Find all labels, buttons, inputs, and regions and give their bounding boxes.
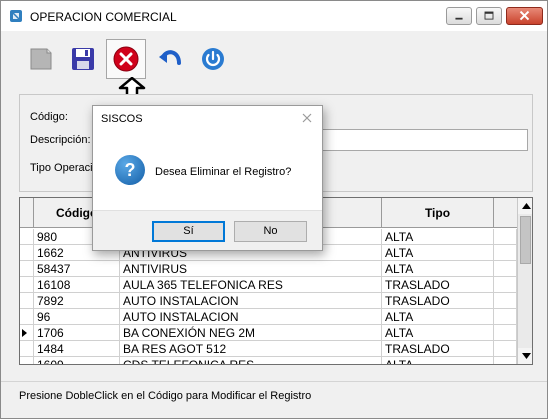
- confirm-dialog: SISCOS ? Desea Eliminar el Registro? Sí …: [92, 105, 323, 251]
- cell-tipo[interactable]: ALTA: [382, 357, 494, 364]
- minimize-button[interactable]: [446, 7, 472, 25]
- cell-descripcion[interactable]: CDS TELEFONICA RES: [120, 357, 382, 364]
- cell-spare[interactable]: [494, 245, 517, 261]
- cell-tipo[interactable]: TRASLADO: [382, 293, 494, 309]
- close-icon: [519, 10, 530, 21]
- app-icon: [10, 10, 22, 22]
- row-selector[interactable]: [20, 309, 34, 325]
- row-selector-header: [20, 198, 34, 228]
- column-header-spare: [494, 198, 517, 228]
- undo-icon: [159, 50, 181, 65]
- row-selector[interactable]: [20, 325, 34, 341]
- descripcion-label: Descripción:: [30, 134, 91, 146]
- maximize-icon: [484, 11, 494, 20]
- status-bar: Presione DobleClick en el Código para Mo…: [1, 381, 547, 418]
- cell-descripcion[interactable]: AUTO INSTALACION: [120, 293, 382, 309]
- row-selector[interactable]: [20, 277, 34, 293]
- tipo-operacion-label: Tipo Operaci: [30, 162, 93, 174]
- cell-tipo[interactable]: TRASLADO: [382, 341, 494, 357]
- no-button[interactable]: No: [234, 221, 307, 242]
- dialog-footer: Sí No: [93, 210, 322, 250]
- cell-spare[interactable]: [494, 261, 517, 277]
- table-row[interactable]: 1484 BA RES AGOT 512 TRASLADO: [20, 341, 517, 357]
- power-icon: [202, 48, 224, 70]
- codigo-label: Código:: [30, 111, 68, 123]
- new-button[interactable]: [21, 39, 61, 79]
- cell-codigo[interactable]: 16108: [34, 277, 120, 293]
- cell-tipo[interactable]: ALTA: [382, 245, 494, 261]
- cell-tipo[interactable]: ALTA: [382, 229, 494, 245]
- cell-codigo[interactable]: 1609: [34, 357, 120, 364]
- delete-icon: [113, 46, 139, 72]
- cell-tipo[interactable]: ALTA: [382, 261, 494, 277]
- cell-spare[interactable]: [494, 229, 517, 245]
- descripcion-field[interactable]: [319, 129, 528, 151]
- table-row[interactable]: 1706 BA CONEXIÓN NEG 2M ALTA: [20, 325, 517, 341]
- scroll-down-button[interactable]: [518, 348, 532, 364]
- save-button[interactable]: [63, 39, 103, 79]
- cell-codigo[interactable]: 7892: [34, 293, 120, 309]
- yes-button[interactable]: Sí: [152, 221, 225, 242]
- cell-tipo[interactable]: TRASLADO: [382, 277, 494, 293]
- undo-button[interactable]: [151, 39, 191, 79]
- cell-descripcion[interactable]: AULA 365 TELEFONICA RES: [120, 277, 382, 293]
- vertical-scrollbar[interactable]: [517, 198, 532, 364]
- current-row-marker-icon: [22, 329, 27, 337]
- column-header-tipo[interactable]: Tipo: [382, 198, 494, 228]
- cell-tipo[interactable]: ALTA: [382, 309, 494, 325]
- save-icon: [72, 48, 94, 70]
- cell-codigo[interactable]: 1484: [34, 341, 120, 357]
- question-icon: ?: [115, 155, 145, 185]
- row-selector[interactable]: [20, 357, 34, 364]
- cell-spare[interactable]: [494, 325, 517, 341]
- cell-spare[interactable]: [494, 309, 517, 325]
- row-selector[interactable]: [20, 341, 34, 357]
- cell-descripcion[interactable]: AUTO INSTALACION: [120, 309, 382, 325]
- cell-codigo[interactable]: 1706: [34, 325, 120, 341]
- status-text: Presione DobleClick en el Código para Mo…: [19, 390, 312, 402]
- cell-spare[interactable]: [494, 293, 517, 309]
- cell-codigo[interactable]: 58437: [34, 261, 120, 277]
- row-selector[interactable]: [20, 293, 34, 309]
- cell-descripcion[interactable]: BA CONEXIÓN NEG 2M: [120, 325, 382, 341]
- new-document-icon: [30, 48, 52, 70]
- row-selector[interactable]: [20, 245, 34, 261]
- title-bar: OPERACION COMERCIAL: [1, 1, 547, 31]
- scroll-up-button[interactable]: [518, 198, 532, 214]
- table-row[interactable]: 1609 CDS TELEFONICA RES ALTA: [20, 357, 517, 364]
- dialog-message: Desea Eliminar el Registro?: [155, 166, 292, 178]
- dialog-close-icon[interactable]: [300, 111, 314, 125]
- cell-spare[interactable]: [494, 341, 517, 357]
- table-row[interactable]: 96 AUTO INSTALACION ALTA: [20, 309, 517, 325]
- delete-button[interactable]: [106, 39, 146, 79]
- scroll-up-icon: [521, 203, 531, 209]
- table-row[interactable]: 58437 ANTIVIRUS ALTA: [20, 261, 517, 277]
- close-window-button[interactable]: [506, 7, 543, 25]
- exit-button[interactable]: [193, 39, 233, 79]
- table-row[interactable]: 16108 AULA 365 TELEFONICA RES TRASLADO: [20, 277, 517, 293]
- row-selector[interactable]: [20, 229, 34, 245]
- table-row[interactable]: 7892 AUTO INSTALACION TRASLADO: [20, 293, 517, 309]
- row-selector[interactable]: [20, 261, 34, 277]
- maximize-button[interactable]: [476, 7, 502, 25]
- scroll-down-icon: [521, 353, 531, 359]
- main-window: OPERACION COMERCIAL Código: Descripción:…: [0, 0, 548, 419]
- cell-codigo[interactable]: 96: [34, 309, 120, 325]
- cell-tipo[interactable]: ALTA: [382, 325, 494, 341]
- cell-descripcion[interactable]: BA RES AGOT 512: [120, 341, 382, 357]
- cell-descripcion[interactable]: ANTIVIRUS: [120, 261, 382, 277]
- window-title: OPERACION COMERCIAL: [30, 10, 177, 24]
- minimize-icon: [455, 17, 463, 20]
- dialog-title: SISCOS: [101, 113, 143, 125]
- scroll-thumb[interactable]: [520, 216, 531, 264]
- cell-spare[interactable]: [494, 277, 517, 293]
- cell-spare[interactable]: [494, 357, 517, 364]
